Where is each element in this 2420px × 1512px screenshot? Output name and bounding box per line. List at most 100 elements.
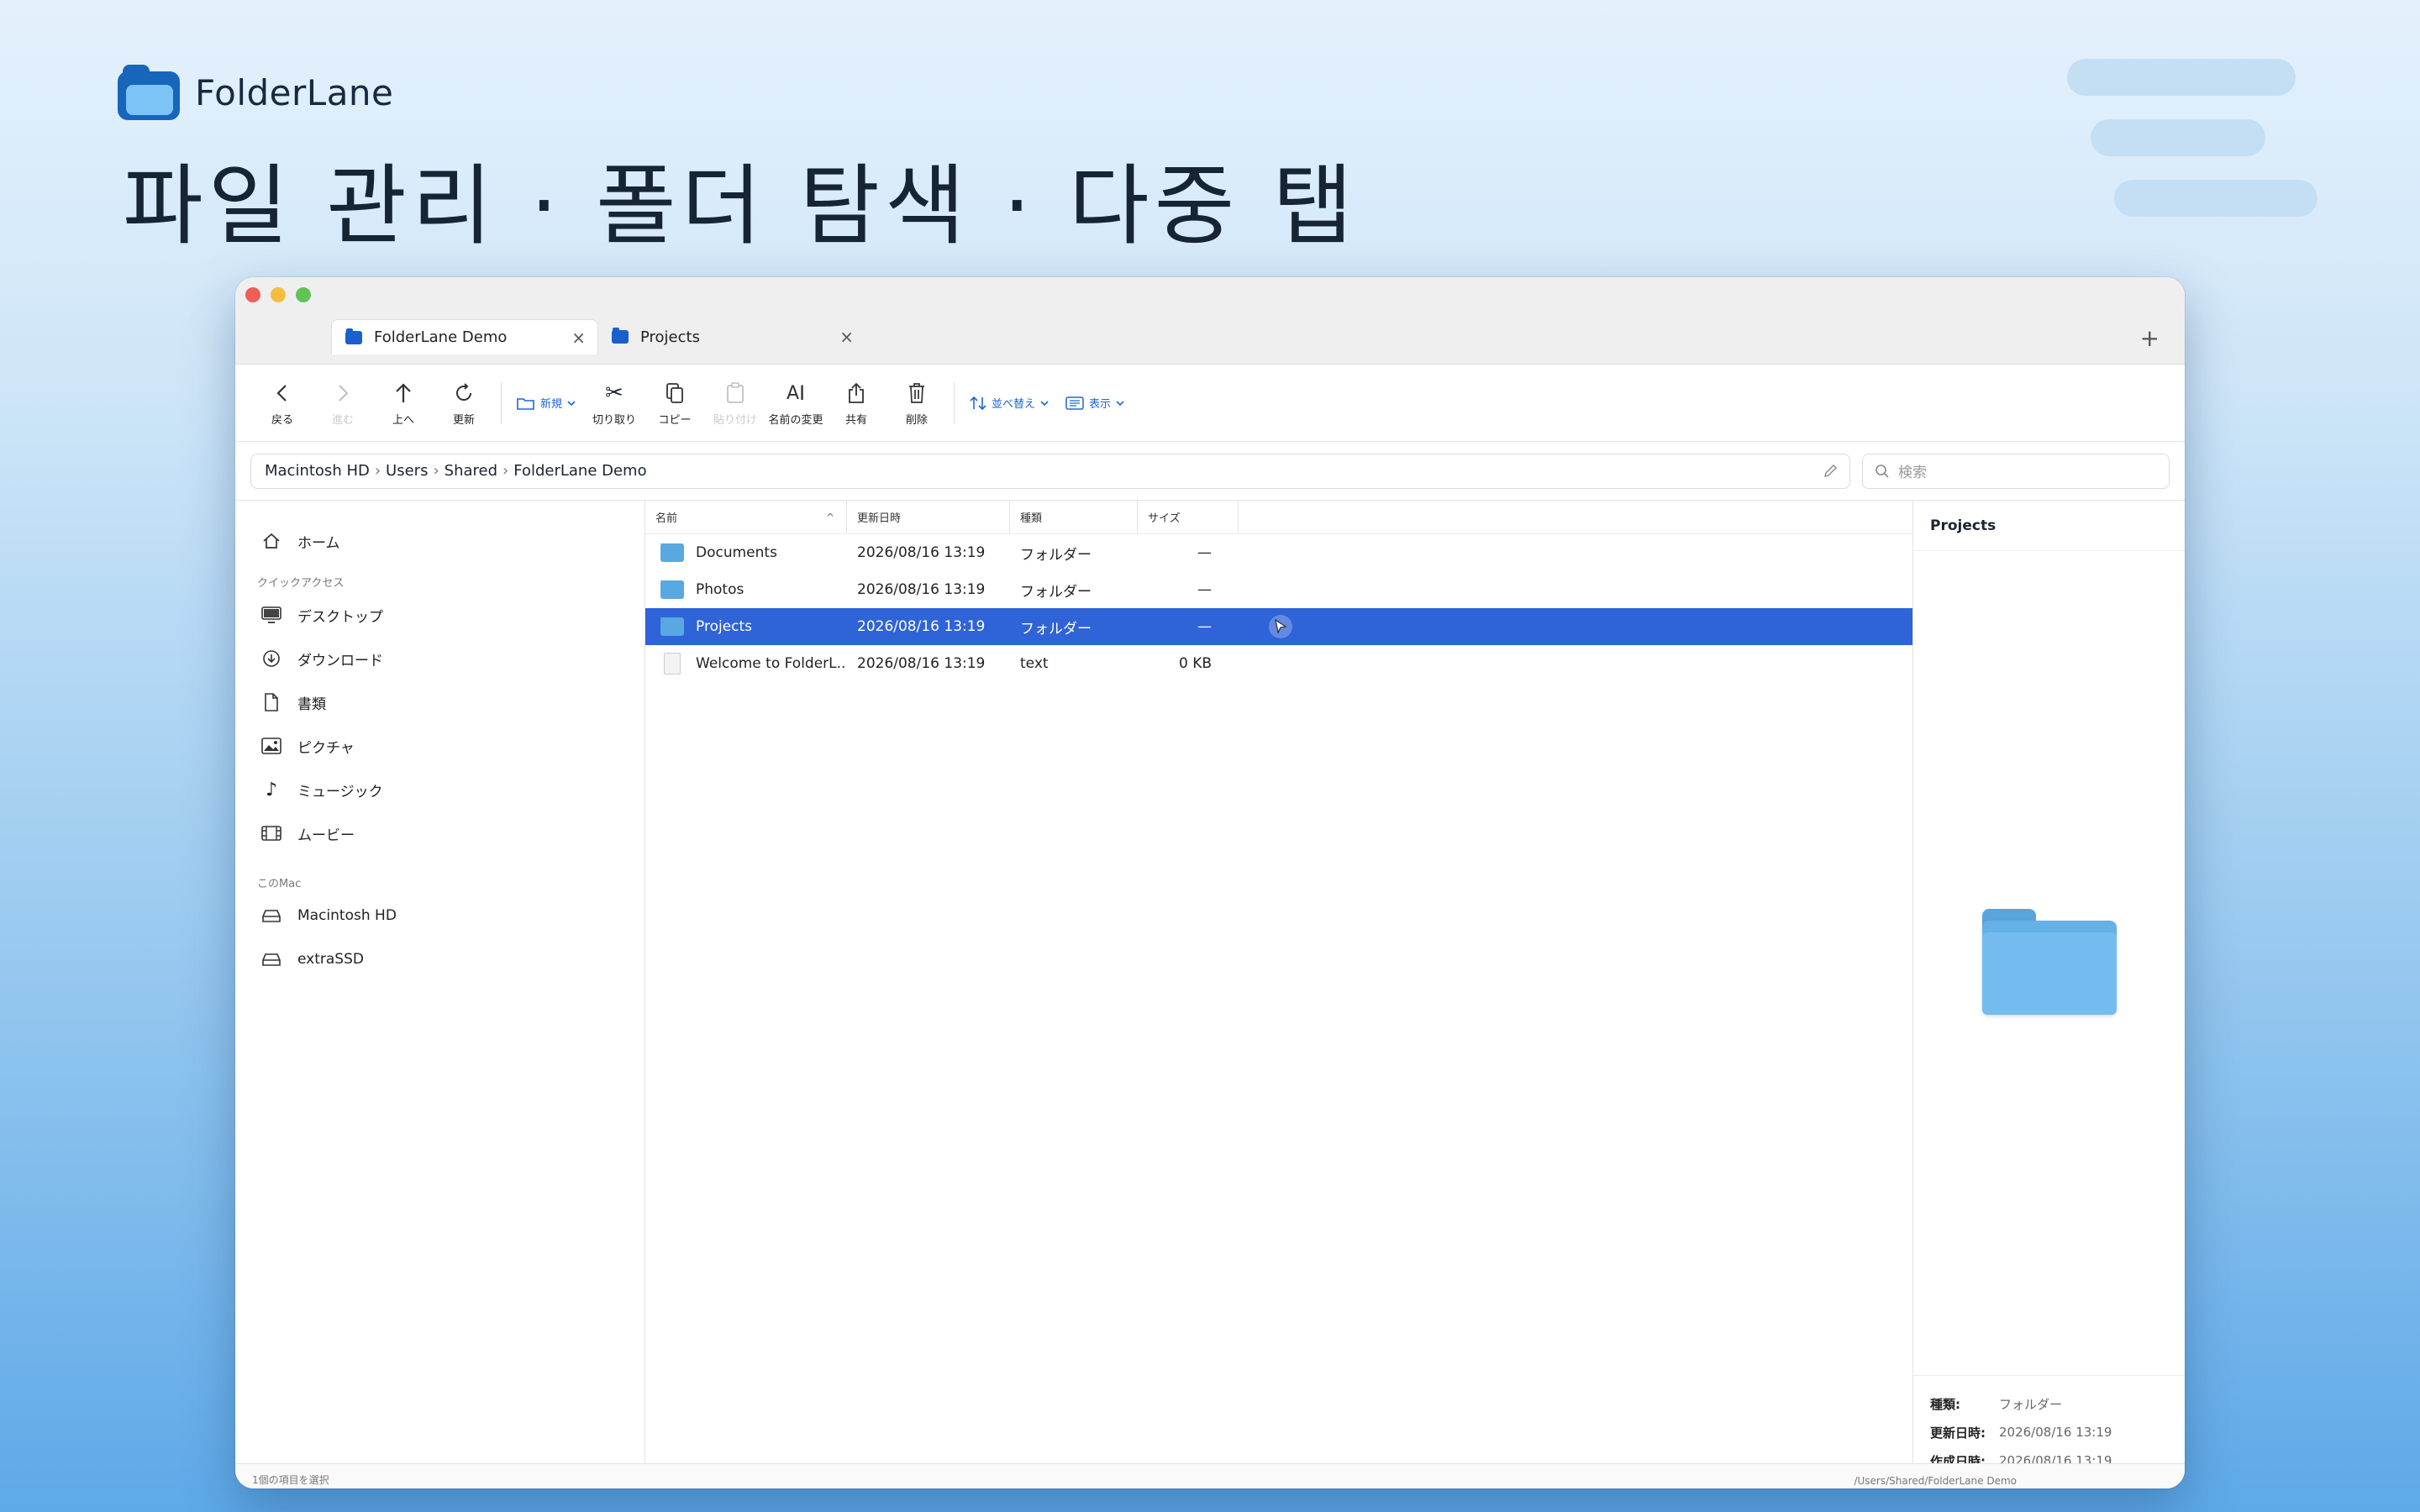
search-input[interactable]: 検索 xyxy=(1862,453,2170,489)
breadcrumb-item[interactable]: Shared xyxy=(445,462,497,480)
house-icon xyxy=(260,533,282,549)
sidebar-item-music[interactable]: ♪ ミュージック xyxy=(235,768,644,811)
folder-icon xyxy=(660,543,684,562)
document-icon xyxy=(260,693,282,711)
back-button[interactable]: 戻る xyxy=(252,379,313,427)
decorative-bar xyxy=(2067,59,2296,96)
chevron-right-icon: › xyxy=(433,462,439,480)
chevron-down-icon xyxy=(1116,400,1124,406)
path-bar: Macintosh HD › Users › Shared › FolderLa… xyxy=(235,442,2185,501)
folder-icon xyxy=(660,617,684,636)
sidebar: ホーム クイックアクセス デスクトップ ダウンロード 書類 ピクチャ ♪ ミュー xyxy=(235,501,645,1488)
forward-button[interactable]: 進む xyxy=(313,379,373,427)
column-header-size[interactable]: サイズ xyxy=(1138,501,1239,533)
refresh-button[interactable]: 更新 xyxy=(434,379,494,427)
current-path-status: /Users/Shared/FolderLane Demo xyxy=(1854,1475,2017,1487)
file-list: 名前 ^ 更新日時 種類 サイズ Documents 2026/08/16 13… xyxy=(645,501,1912,1488)
tab-folderlane-demo[interactable]: FolderLane Demo × xyxy=(331,319,598,354)
arrow-up-icon xyxy=(394,379,413,407)
scissors-icon: ✂ xyxy=(605,381,623,406)
film-icon xyxy=(260,825,282,842)
status-bar: 1個の項目を選択 /Users/Shared/FolderLane Demo xyxy=(235,1463,2185,1488)
copy-button[interactable]: コピー xyxy=(644,379,705,427)
table-row[interactable]: Documents 2026/08/16 13:19 フォルダー — xyxy=(645,534,1912,571)
text-file-icon xyxy=(664,653,681,675)
paste-button[interactable]: 貼り付け xyxy=(705,379,765,427)
brand: FolderLane xyxy=(118,62,393,123)
column-header-modified[interactable]: 更新日時 xyxy=(847,501,1010,533)
chevron-right-icon: › xyxy=(502,462,509,480)
sidebar-heading-quick-access: クイックアクセス xyxy=(257,577,345,590)
folder-icon xyxy=(660,580,684,599)
breadcrumb-item[interactable]: FolderLane Demo xyxy=(513,462,646,480)
new-tab-button[interactable]: + xyxy=(2140,324,2160,352)
table-row[interactable]: Photos 2026/08/16 13:19 フォルダー — xyxy=(645,571,1912,608)
sidebar-item-pictures[interactable]: ピクチャ xyxy=(235,724,644,768)
view-icon xyxy=(1065,396,1084,410)
large-folder-icon xyxy=(1982,909,2117,1015)
clipboard-icon xyxy=(726,379,744,407)
download-icon xyxy=(260,649,282,668)
cut-button[interactable]: ✂ 切り取り xyxy=(584,379,644,427)
brand-name: FolderLane xyxy=(195,71,394,113)
folder-icon xyxy=(612,328,629,344)
breadcrumb[interactable]: Macintosh HD › Users › Shared › FolderLa… xyxy=(250,453,1850,489)
new-folder-icon xyxy=(517,397,534,410)
sidebar-item-macintosh-hd[interactable]: Macintosh HD xyxy=(235,894,644,937)
preview-metadata: 種類: フォルダー 更新日時: 2026/08/16 13:19 作成日時: 2026… xyxy=(1913,1375,2185,1475)
column-header-name[interactable]: 名前 ^ xyxy=(645,501,847,533)
sort-menu-button[interactable]: 並べ替え xyxy=(961,395,1057,411)
up-button[interactable]: 上へ xyxy=(373,379,434,427)
decorative-bar xyxy=(2091,119,2265,156)
sidebar-item-desktop[interactable]: デスクトップ xyxy=(235,593,644,637)
tab-label: Projects xyxy=(640,328,700,346)
selection-status: 1個の項目を選択 xyxy=(252,1474,329,1486)
table-row[interactable]: Welcome to FolderL... 2026/08/16 13:19 t… xyxy=(645,645,1912,682)
rename-button[interactable]: AI 名前の変更 xyxy=(765,379,826,427)
chevron-down-icon xyxy=(567,400,576,406)
chevron-right-icon: › xyxy=(374,462,381,480)
app-window: FolderLane Demo × Projects × + 戻る 進む 上へ … xyxy=(235,277,2185,1488)
breadcrumb-item[interactable]: Users xyxy=(386,462,428,480)
tab-bar: FolderLane Demo × Projects × xyxy=(331,319,865,354)
sidebar-item-movies[interactable]: ムービー xyxy=(235,811,644,855)
headline: 파일 관리 · 폴더 탐색 · 다중 탭 xyxy=(123,155,1359,257)
minimize-window-button[interactable] xyxy=(271,287,286,302)
breadcrumb-item[interactable]: Macintosh HD xyxy=(265,462,370,480)
trash-icon xyxy=(908,379,926,407)
sort-icon xyxy=(970,396,986,410)
title-bar: FolderLane Demo × Projects × + xyxy=(235,277,2185,365)
toolbar: 戻る 進む 上へ 更新 新規 ✂ 切り取り コピー 貼り付け A I 名前の変更… xyxy=(235,365,2185,442)
toolbar-divider xyxy=(954,381,955,424)
close-tab-icon[interactable]: × xyxy=(571,328,586,348)
mouse-pointer-icon xyxy=(1269,615,1292,638)
maximize-window-button[interactable] xyxy=(296,287,311,302)
sort-ascending-icon: ^ xyxy=(825,511,834,523)
decorative-bar xyxy=(2114,180,2317,217)
pencil-icon[interactable] xyxy=(1823,464,1838,483)
close-window-button[interactable] xyxy=(245,287,260,302)
share-button[interactable]: 共有 xyxy=(826,379,886,427)
share-icon xyxy=(847,379,865,407)
monitor-icon xyxy=(260,606,282,623)
new-menu-button[interactable]: 新規 xyxy=(508,395,584,411)
delete-button[interactable]: 削除 xyxy=(886,379,947,427)
sidebar-item-home[interactable]: ホーム xyxy=(235,519,644,563)
table-row-selected[interactable]: Projects 2026/08/16 13:19 フォルダー — xyxy=(645,608,1912,645)
close-tab-icon[interactable]: × xyxy=(839,327,854,347)
sidebar-heading-this-mac: このMac xyxy=(257,878,302,890)
tab-projects[interactable]: Projects × xyxy=(598,319,865,354)
music-note-icon: ♪ xyxy=(265,779,278,801)
search-placeholder: 検索 xyxy=(1898,465,1927,481)
photo-icon xyxy=(260,738,282,754)
sidebar-item-extrassd[interactable]: extraSSD xyxy=(235,937,644,981)
preview-title: Projects xyxy=(1913,501,2185,551)
view-menu-button[interactable]: 表示 xyxy=(1057,395,1133,411)
column-header-kind[interactable]: 種類 xyxy=(1010,501,1138,533)
rename-icon: AI xyxy=(786,381,806,405)
copy-icon xyxy=(666,379,684,407)
folderlane-logo-icon xyxy=(118,65,180,120)
sidebar-item-documents[interactable]: 書類 xyxy=(235,680,644,724)
chevron-down-icon xyxy=(1040,400,1049,406)
sidebar-item-downloads[interactable]: ダウンロード xyxy=(235,637,644,680)
